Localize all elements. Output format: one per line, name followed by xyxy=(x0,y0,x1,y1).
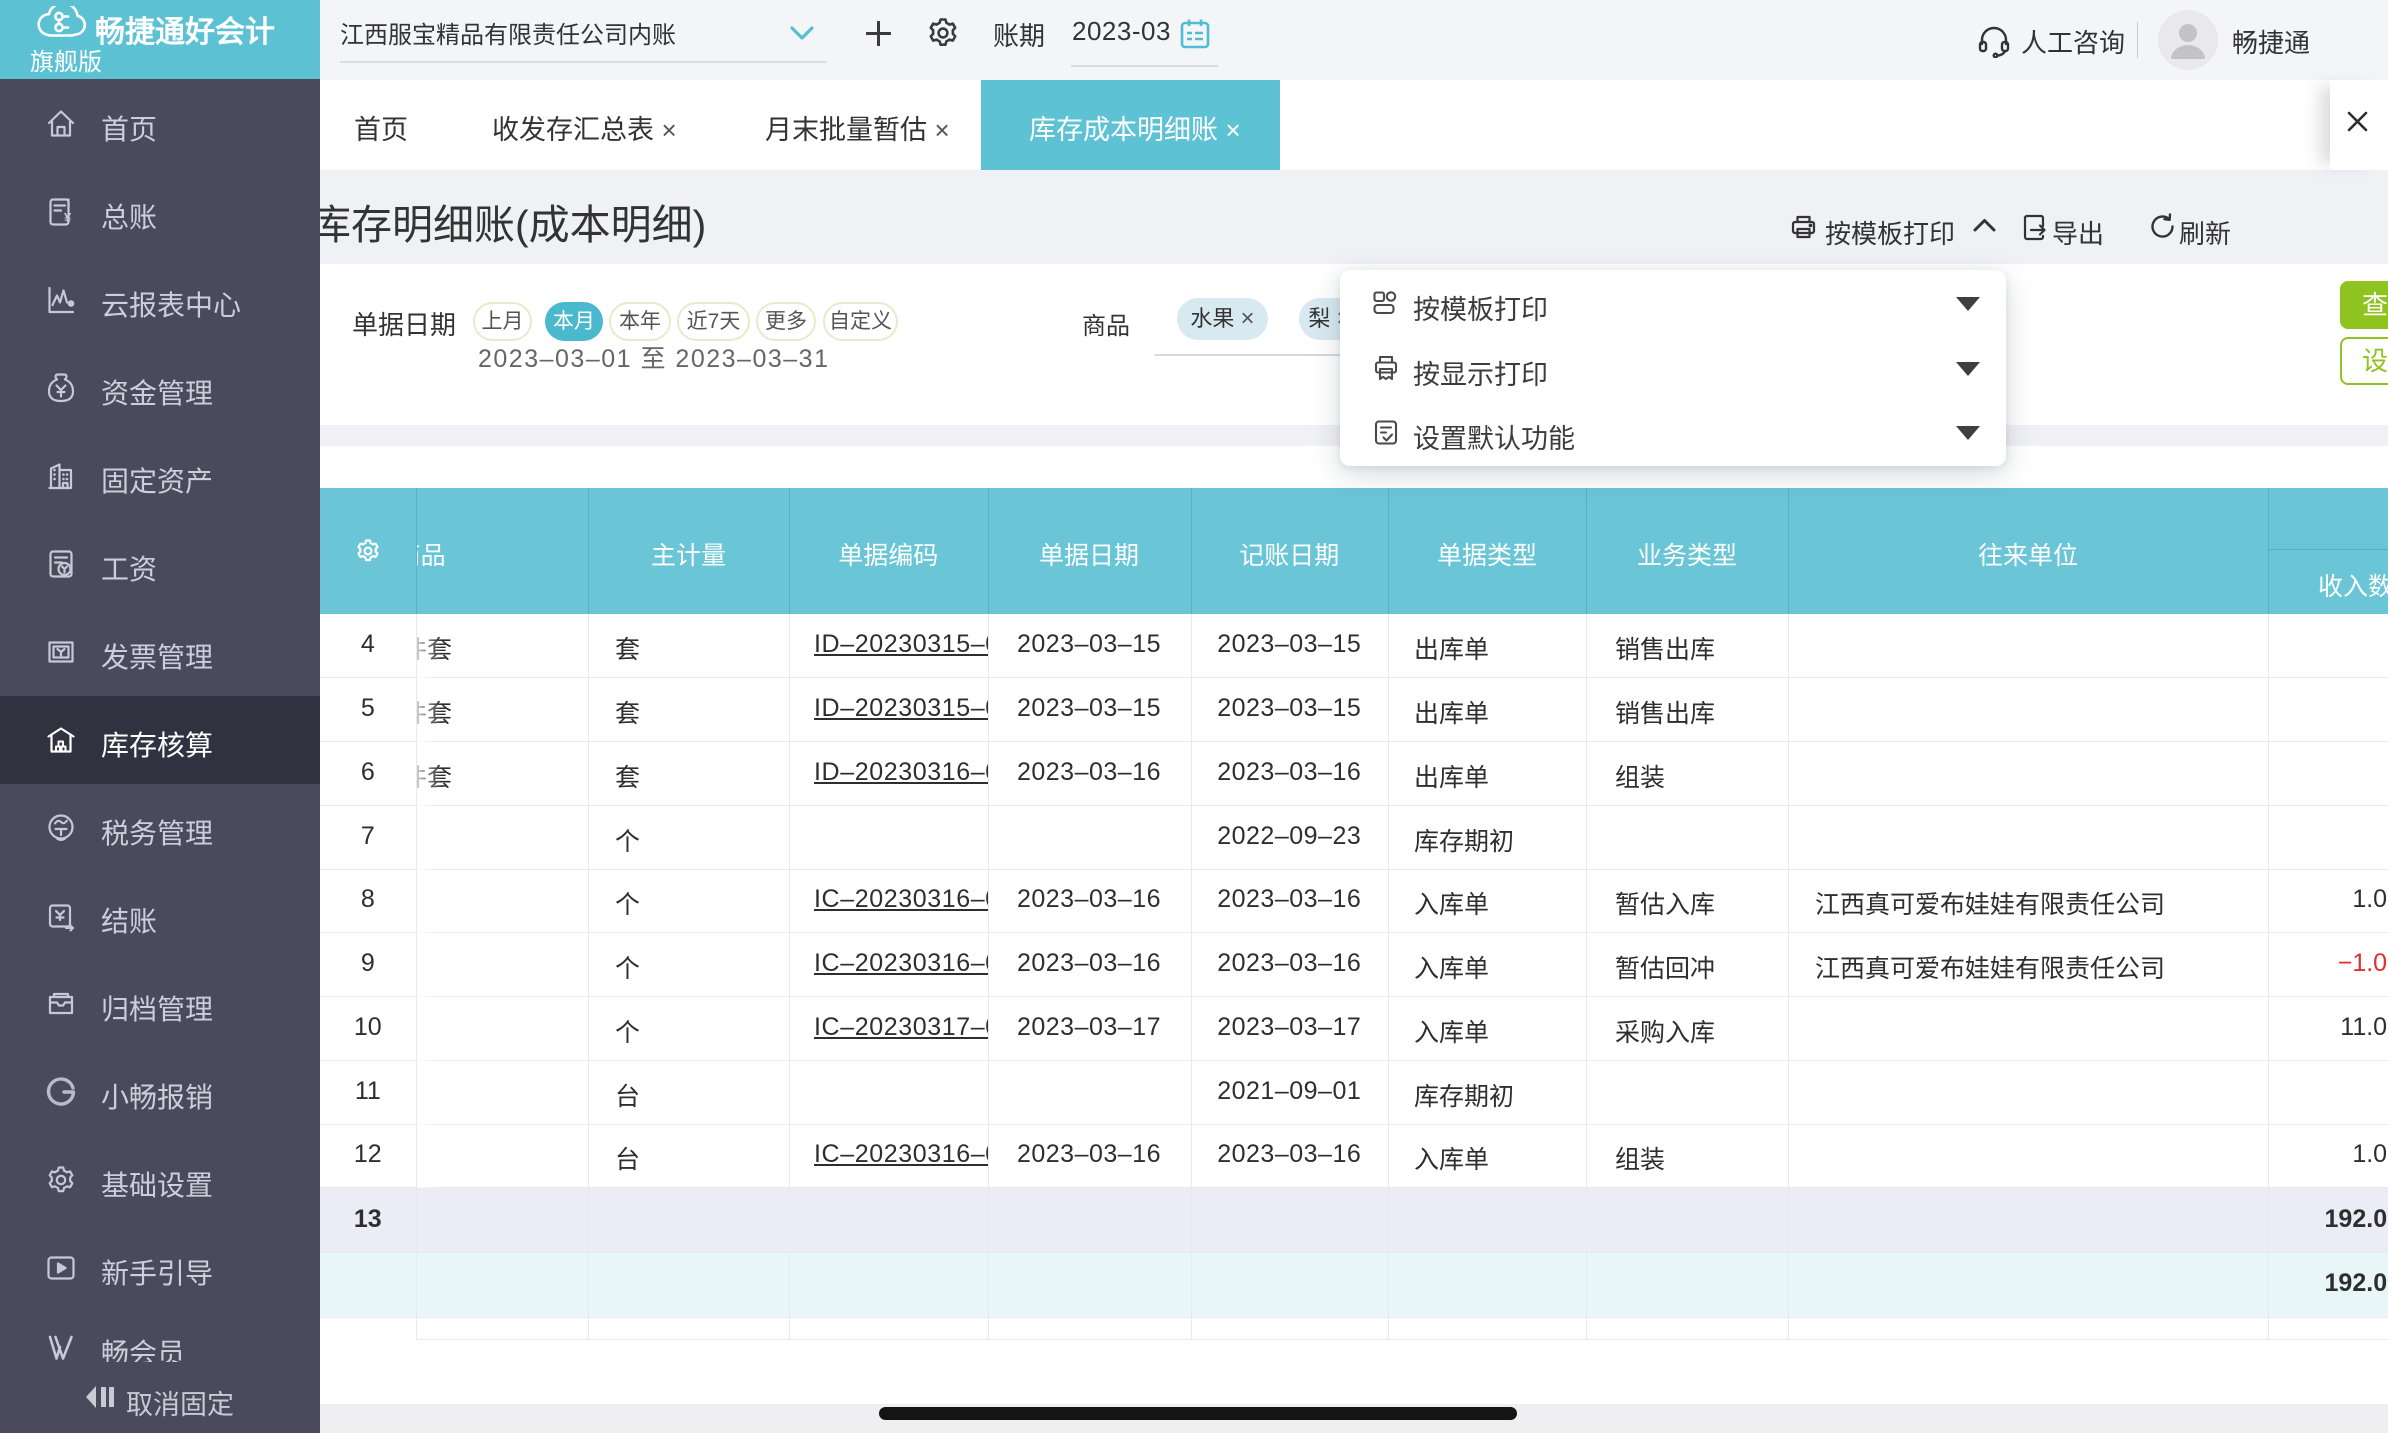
svg-text:¥: ¥ xyxy=(64,210,72,225)
